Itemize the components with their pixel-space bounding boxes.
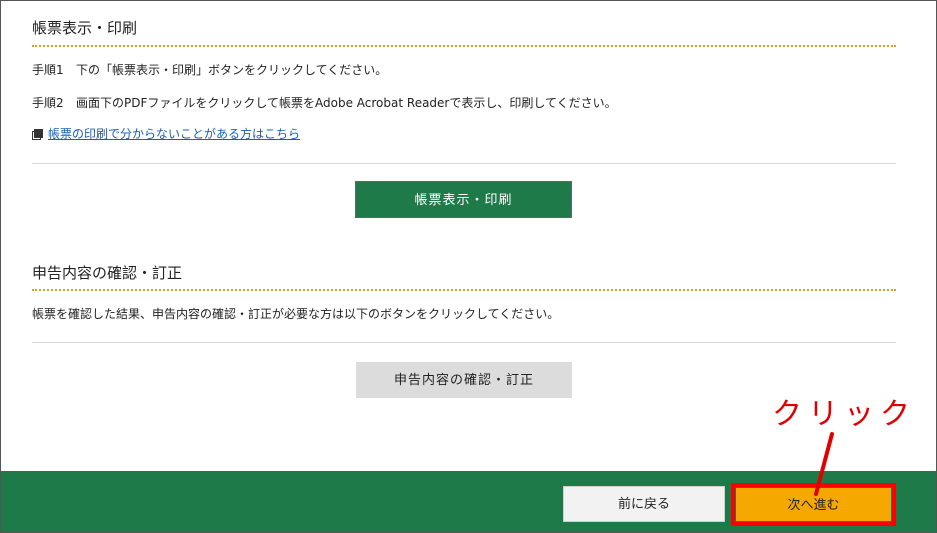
confirm-section-separator bbox=[32, 342, 896, 343]
confirm-description: 帳票を確認した結果、申告内容の確認・訂正が必要な方は以下のボタンをクリックしてく… bbox=[32, 307, 560, 321]
step-2-number: 手順2 bbox=[32, 96, 64, 110]
print-help-link[interactable]: 帳票の印刷で分からないことがある方はこちら bbox=[32, 126, 300, 142]
annotation-arrow-icon bbox=[814, 432, 834, 496]
back-button[interactable]: 前に戻る bbox=[563, 486, 725, 522]
print-section-separator bbox=[32, 163, 896, 164]
step-1-text: 下の「帳票表示・印刷」ボタンをクリックしてください。 bbox=[76, 63, 388, 77]
step-2: 手順2 画面下のPDFファイルをクリックして帳票をAdobe Acrobat Re… bbox=[32, 95, 617, 111]
confirm-section-divider bbox=[32, 289, 896, 291]
print-button[interactable]: 帳票表示・印刷 bbox=[355, 181, 572, 218]
confirm-section-title: 申告内容の確認・訂正 bbox=[32, 264, 183, 282]
new-window-icon bbox=[32, 129, 43, 140]
step-2-text: 画面下のPDFファイルをクリックして帳票をAdobe Acrobat Reade… bbox=[76, 96, 617, 110]
print-section-title: 帳票表示・印刷 bbox=[32, 19, 138, 37]
print-help-link-text: 帳票の印刷で分からないことがある方はこちら bbox=[48, 127, 301, 141]
print-section-divider bbox=[32, 45, 896, 47]
step-1: 手順1 下の「帳票表示・印刷」ボタンをクリックしてください。 bbox=[32, 62, 387, 78]
click-annotation-label: クリック bbox=[772, 397, 916, 432]
step-1-number: 手順1 bbox=[32, 63, 64, 77]
confirm-correct-button[interactable]: 申告内容の確認・訂正 bbox=[356, 362, 572, 398]
